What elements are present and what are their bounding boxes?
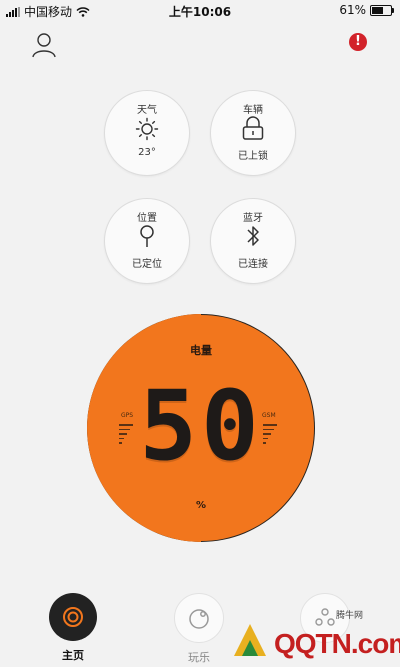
battery-value: 50 — [139, 370, 263, 482]
tab-play[interactable]: 玩乐 — [164, 593, 234, 665]
location-pin-icon — [140, 225, 154, 247]
location-label: 位置 — [137, 213, 157, 224]
weather-label: 天气 — [137, 105, 157, 116]
sun-icon — [135, 117, 159, 141]
vehicle-status: 已上锁 — [238, 151, 268, 162]
battery-percent: 61% — [339, 3, 366, 17]
gauge-title: 电量 — [190, 344, 212, 357]
play-icon — [189, 609, 209, 629]
alert-button[interactable]: ! — [349, 33, 367, 51]
location-status: 已定位 — [132, 259, 162, 270]
home-ring-icon — [63, 607, 83, 627]
watermark-text: QQTN.com — [274, 628, 400, 659]
bluetooth-label: 蓝牙 — [243, 213, 263, 224]
battery-gauge[interactable]: 电量 GPS GSM 50 % — [85, 312, 317, 544]
battery-unit: % — [195, 500, 207, 511]
home-tab-button[interactable] — [49, 593, 97, 641]
watermark-site-name: 腾牛网 — [336, 611, 364, 621]
play-tab-button[interactable] — [174, 593, 224, 643]
alert-icon: ! — [355, 34, 361, 49]
bluetooth-icon — [247, 226, 259, 246]
weather-temp: 23° — [138, 147, 156, 158]
status-bar: 中国移动 上午10:06 61% — [0, 0, 400, 20]
profile-button[interactable] — [30, 31, 58, 59]
bluetooth-tile[interactable]: 蓝牙 已连接 — [210, 198, 296, 284]
watermark-logo-icon — [234, 624, 266, 656]
battery-icon — [370, 4, 394, 16]
play-tab-label: 玩乐 — [188, 651, 210, 664]
status-right: 61% — [339, 3, 394, 17]
weather-tile[interactable]: 天气 23° — [104, 90, 190, 176]
lock-icon — [242, 116, 264, 140]
bluetooth-status: 已连接 — [238, 259, 268, 270]
tab-home[interactable]: 主页 — [38, 593, 108, 663]
location-tile[interactable]: 位置 已定位 — [104, 198, 190, 284]
watermark: 腾牛网 QQTN.com — [230, 608, 400, 664]
vehicle-label: 车辆 — [243, 105, 263, 116]
home-tab-label: 主页 — [62, 649, 84, 662]
user-icon — [32, 33, 56, 58]
vehicle-tile[interactable]: 车辆 已上锁 — [210, 90, 296, 176]
